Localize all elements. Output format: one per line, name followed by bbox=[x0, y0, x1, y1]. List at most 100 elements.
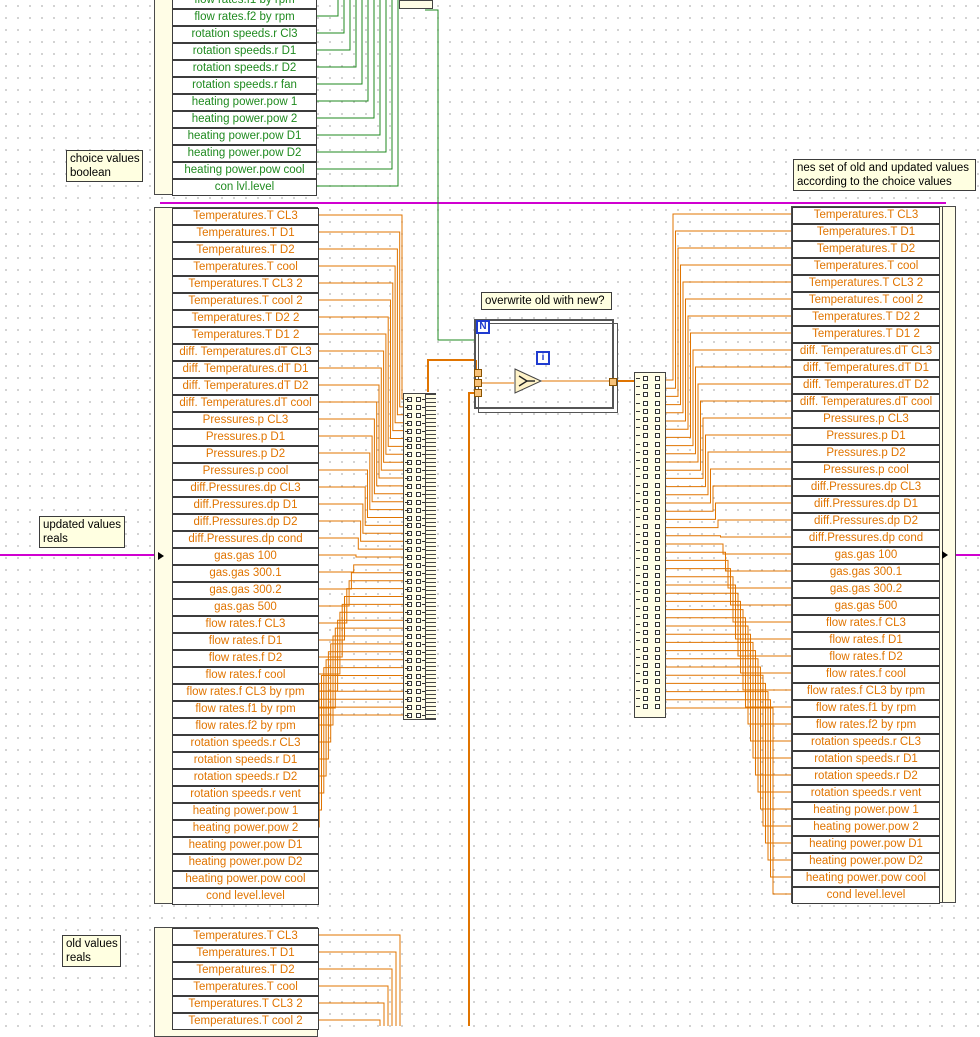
old-cluster-element[interactable]: Temperatures.T CL3 2 bbox=[172, 996, 319, 1013]
res-cluster-element[interactable]: heating power.pow 1 bbox=[792, 802, 940, 819]
loop-input-tunnel-2[interactable] bbox=[474, 379, 482, 387]
top-cluster-element[interactable]: heating power.pow D2 bbox=[172, 145, 317, 162]
array-terminal[interactable] bbox=[655, 695, 660, 701]
top-cluster-element[interactable]: con lvl.level bbox=[172, 179, 317, 196]
array-terminal[interactable] bbox=[643, 589, 648, 595]
upd-cluster-element[interactable]: diff.Pressures.dp cond bbox=[172, 531, 319, 548]
array-terminal[interactable] bbox=[416, 555, 421, 560]
array-terminal[interactable] bbox=[643, 425, 648, 431]
select-icon[interactable] bbox=[513, 367, 543, 395]
old-values-unbundle[interactable]: Temperatures.T CL3 Temperatures.T D1 Tempe… bbox=[154, 927, 319, 1037]
res-cluster-element[interactable]: Temperatures.T CL3 bbox=[792, 207, 940, 224]
array-terminal[interactable] bbox=[655, 425, 660, 431]
array-terminal[interactable] bbox=[643, 384, 648, 390]
array-terminal[interactable] bbox=[643, 392, 648, 398]
upd-cluster-element[interactable]: rotation speeds.r vent bbox=[172, 786, 319, 803]
array-terminal[interactable] bbox=[416, 539, 421, 545]
old-cluster-element[interactable]: Temperatures.T CL3 bbox=[172, 928, 319, 945]
top-cluster-element[interactable]: heating power.pow 1 bbox=[172, 94, 317, 111]
upd-cluster-element[interactable]: heating power.pow cool bbox=[172, 871, 319, 888]
res-cluster-element[interactable]: Temperatures.T D2 bbox=[792, 241, 940, 258]
upd-cluster-element[interactable]: flow rates.f D1 bbox=[172, 633, 319, 650]
updated-values-unbundle[interactable]: Temperatures.T CL3 Temperatures.T D1 Tempe… bbox=[154, 207, 319, 905]
upd-cluster-element[interactable]: heating power.pow 2 bbox=[172, 820, 319, 837]
res-cluster-element[interactable]: Temperatures.T D1 2 bbox=[792, 326, 940, 343]
res-cluster-element[interactable]: rotation speeds.r CL3 bbox=[792, 734, 940, 751]
top-cluster-element[interactable]: rotation speeds.r Cl3 bbox=[172, 26, 317, 43]
upd-cluster-element[interactable]: Temperatures.T CL3 2 bbox=[172, 276, 319, 293]
res-cluster-element[interactable]: flow rates.f1 by rpm bbox=[792, 700, 940, 717]
array-terminal[interactable] bbox=[643, 654, 648, 660]
res-cluster-element[interactable]: gas.gas 300.2 bbox=[792, 581, 940, 598]
array-terminal[interactable] bbox=[655, 400, 660, 406]
array-terminal[interactable] bbox=[643, 474, 648, 480]
array-terminal[interactable] bbox=[416, 491, 421, 497]
array-terminal[interactable] bbox=[643, 597, 648, 603]
res-cluster-element[interactable]: diff.Pressures.dp CL3 bbox=[792, 479, 940, 496]
array-terminal[interactable] bbox=[655, 408, 660, 414]
upd-cluster-element[interactable]: Temperatures.T CL3 bbox=[172, 208, 319, 225]
array-terminal[interactable] bbox=[643, 663, 648, 668]
res-cluster-element[interactable]: rotation speeds.r D2 bbox=[792, 768, 940, 785]
array-terminal[interactable] bbox=[643, 679, 648, 685]
array-terminal[interactable] bbox=[416, 476, 421, 481]
res-cluster-element[interactable]: diff. Temperatures.dT D2 bbox=[792, 377, 940, 394]
array-terminal[interactable] bbox=[655, 663, 660, 668]
res-cluster-element[interactable]: diff.Pressures.dp D2 bbox=[792, 513, 940, 530]
res-cluster-element[interactable]: Pressures.p D1 bbox=[792, 428, 940, 445]
loop-count-terminal[interactable]: N bbox=[476, 320, 490, 334]
old-cluster-element[interactable]: Temperatures.T D1 bbox=[172, 945, 319, 962]
array-terminal[interactable] bbox=[655, 613, 660, 619]
loop-input-tunnel-1[interactable] bbox=[474, 369, 482, 377]
array-terminal[interactable] bbox=[416, 483, 421, 489]
upd-cluster-element[interactable]: gas.gas 300.1 bbox=[172, 565, 319, 582]
loop-output-tunnel[interactable] bbox=[609, 378, 617, 386]
top-cluster-element[interactable]: heating power.pow cool bbox=[172, 162, 317, 179]
array-terminal[interactable] bbox=[643, 408, 648, 414]
array-terminal[interactable] bbox=[643, 515, 648, 521]
res-cluster-element[interactable]: rotation speeds.r D1 bbox=[792, 751, 940, 768]
res-cluster-element[interactable]: Pressures.p CL3 bbox=[792, 411, 940, 428]
upd-cluster-element[interactable]: heating power.pow 1 bbox=[172, 803, 319, 820]
array-terminal[interactable] bbox=[643, 605, 648, 611]
array-terminal[interactable] bbox=[416, 594, 421, 600]
array-terminal[interactable] bbox=[416, 586, 421, 592]
array-terminal[interactable] bbox=[655, 458, 660, 463]
top-cluster-element[interactable]: rotation speeds.r fan bbox=[172, 77, 317, 94]
array-terminal[interactable] bbox=[643, 581, 648, 586]
array-terminal[interactable] bbox=[655, 605, 660, 611]
array-terminal[interactable] bbox=[655, 499, 660, 504]
array-terminal[interactable] bbox=[655, 433, 660, 439]
upd-cluster-element[interactable]: rotation speeds.r D2 bbox=[172, 769, 319, 786]
array-terminal[interactable] bbox=[655, 507, 660, 513]
array-terminal[interactable] bbox=[643, 704, 648, 709]
array-terminal[interactable] bbox=[416, 657, 421, 663]
res-cluster-element[interactable]: diff. Temperatures.dT CL3 bbox=[792, 343, 940, 360]
array-terminal[interactable] bbox=[655, 572, 660, 578]
upd-cluster-element[interactable]: cond level.level bbox=[172, 888, 319, 905]
array-terminal[interactable] bbox=[416, 397, 421, 402]
res-cluster-element[interactable]: flow rates.f2 by rpm bbox=[792, 717, 940, 734]
array-terminal[interactable] bbox=[416, 547, 421, 553]
array-terminal[interactable] bbox=[416, 689, 421, 695]
array-terminal[interactable] bbox=[643, 638, 648, 644]
array-terminal[interactable] bbox=[416, 681, 421, 687]
array-terminal[interactable] bbox=[643, 564, 648, 570]
array-terminal[interactable] bbox=[416, 412, 421, 418]
res-cluster-element[interactable]: flow rates.f D1 bbox=[792, 632, 940, 649]
array-terminal[interactable] bbox=[655, 597, 660, 603]
array-terminal[interactable] bbox=[416, 641, 421, 647]
array-terminal[interactable] bbox=[655, 441, 660, 447]
array-terminal[interactable] bbox=[655, 523, 660, 529]
array-terminal[interactable] bbox=[416, 697, 421, 703]
array-terminal[interactable] bbox=[416, 705, 421, 711]
array-terminal[interactable] bbox=[416, 610, 421, 616]
upd-cluster-element[interactable]: diff. Temperatures.dT cool bbox=[172, 395, 319, 412]
res-cluster-element[interactable]: gas.gas 100 bbox=[792, 547, 940, 564]
upd-cluster-element[interactable]: Pressures.p cool bbox=[172, 463, 319, 480]
array-terminal[interactable] bbox=[655, 548, 660, 554]
res-cluster-element[interactable]: Temperatures.T cool bbox=[792, 258, 940, 275]
res-cluster-element[interactable]: heating power.pow D2 bbox=[792, 853, 940, 870]
array-terminal[interactable] bbox=[655, 376, 660, 381]
array-terminal[interactable] bbox=[655, 540, 660, 545]
